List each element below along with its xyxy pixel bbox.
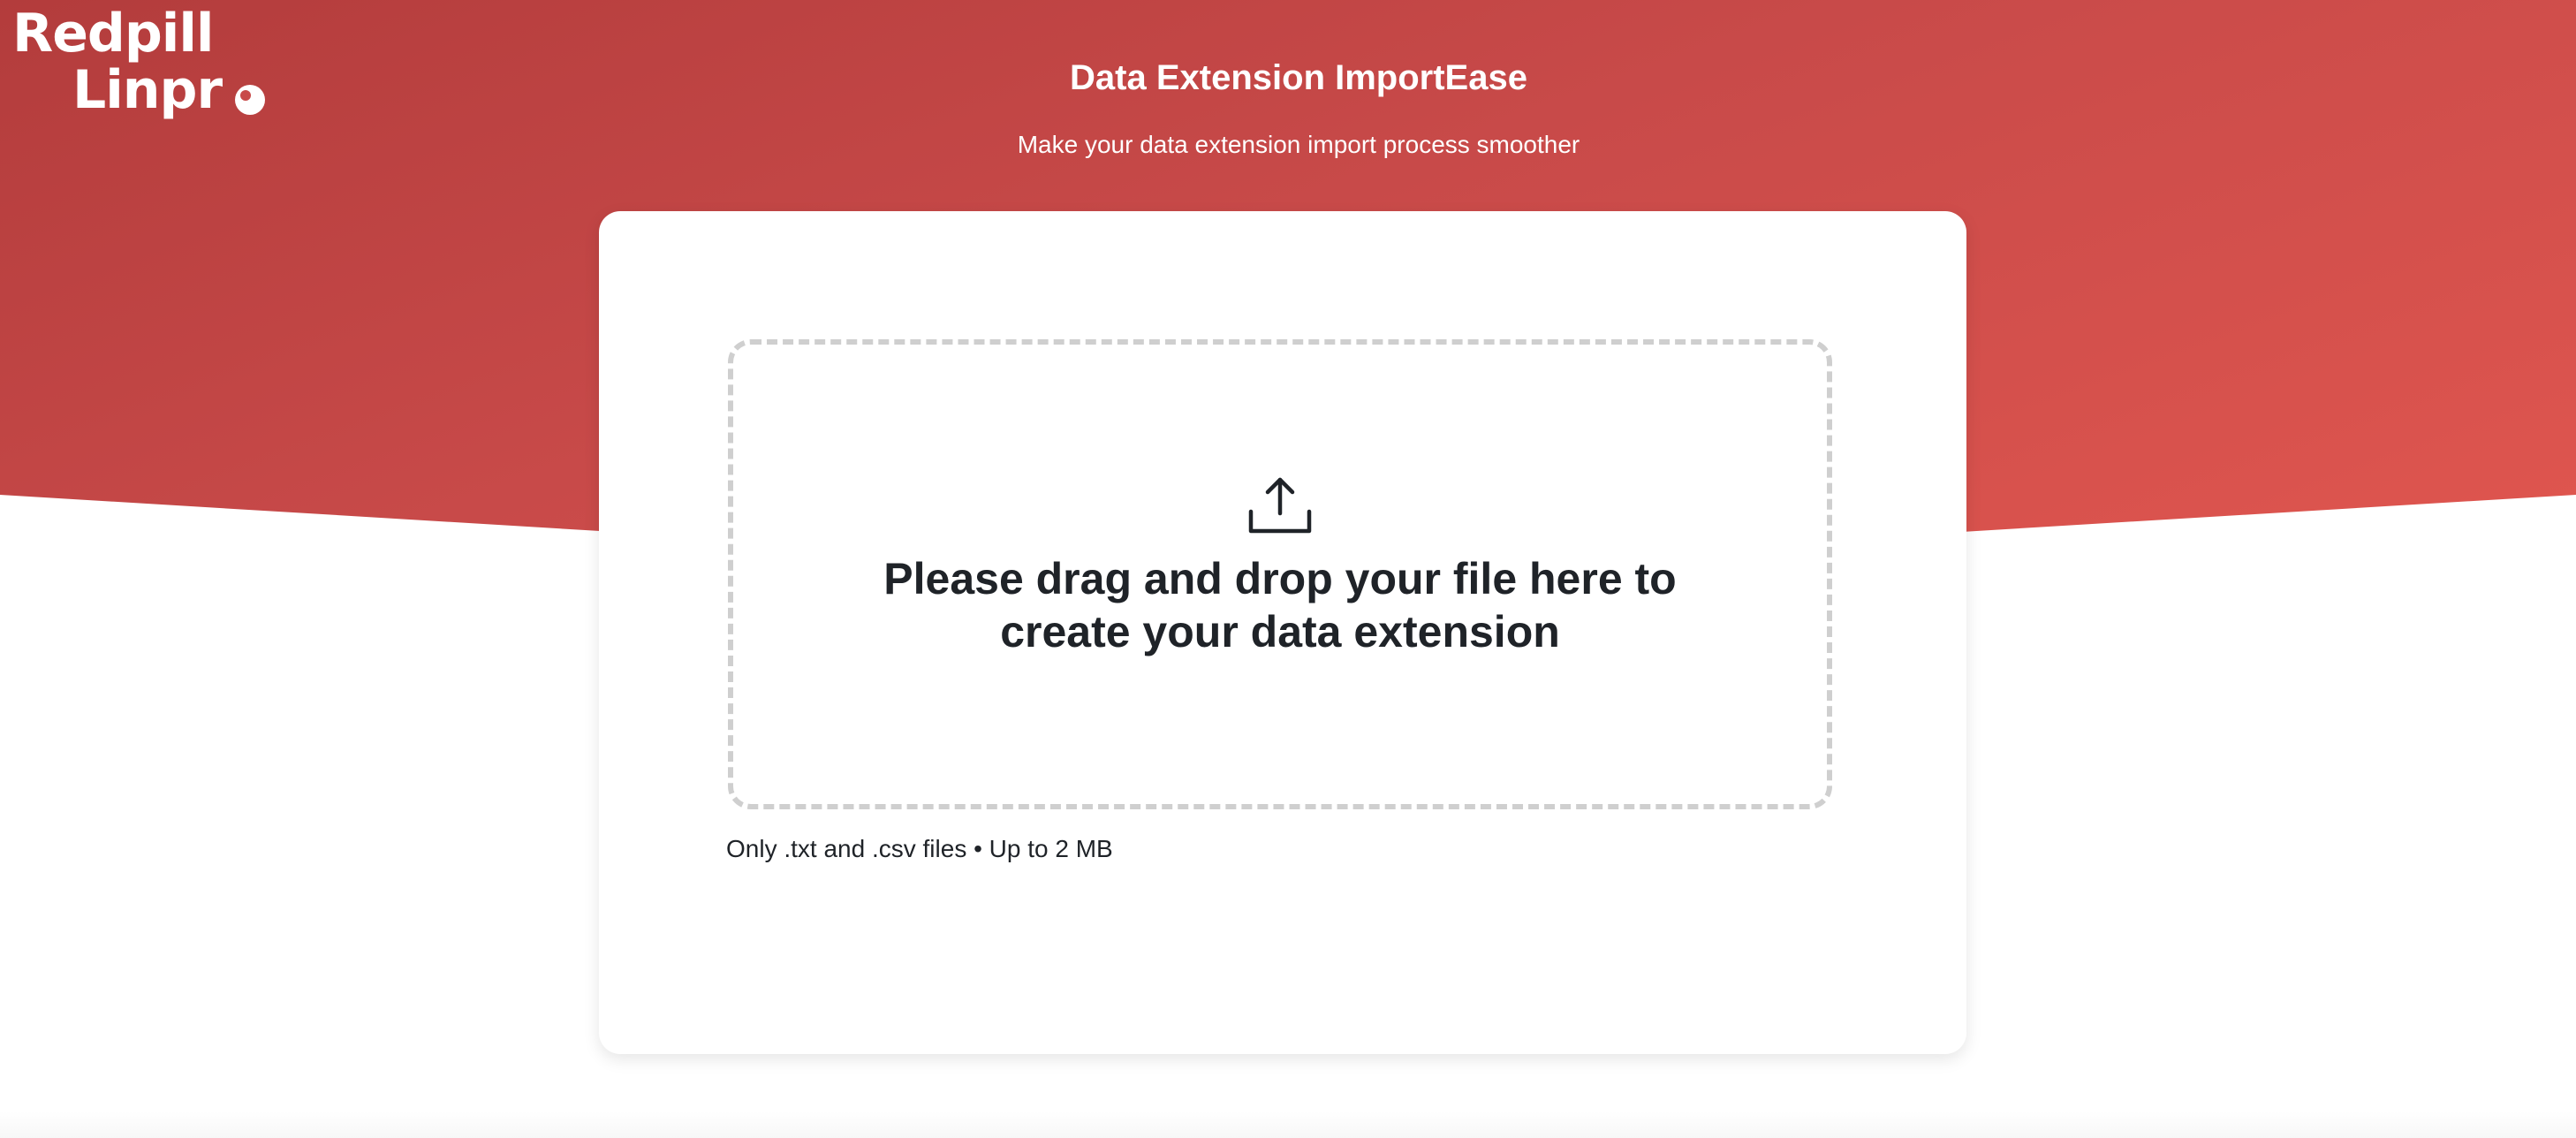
- dropzone-prompt: Please drag and drop your file here to c…: [883, 554, 1677, 656]
- logo-text-line-1: Redpill: [12, 3, 214, 64]
- page: Redpill Linpr Data Extension ImportEase …: [0, 0, 2576, 1138]
- upload-icon: [1248, 477, 1312, 534]
- file-dropzone[interactable]: Please drag and drop your file here to c…: [728, 339, 1832, 809]
- file-type-hint: Only .txt and .csv files • Up to 2 MB: [726, 835, 1113, 862]
- upload-card: Please drag and drop your file here to c…: [599, 211, 1966, 1054]
- page-subtitle: Make your data extension import process …: [1017, 131, 1580, 158]
- page-title: Data Extension ImportEase: [1070, 58, 1527, 97]
- bottom-fade: [0, 1111, 2576, 1138]
